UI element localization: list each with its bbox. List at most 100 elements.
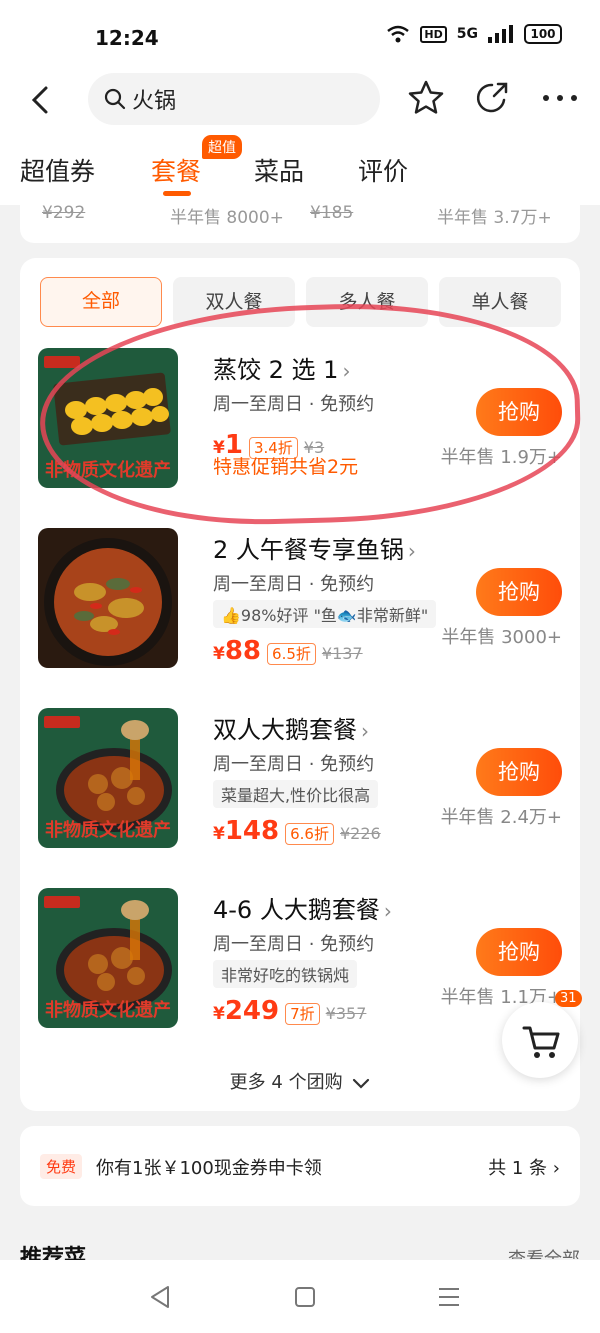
previous-card-remnant: ¥292 半年售 8000+ ¥185 半年售 3.7万+ [20,205,580,243]
tab-dishes[interactable]: 菜品 [254,152,304,188]
deal-availability: 周一至周日 · 免预约 [213,394,375,415]
deal-price-row: ¥148 6.6折 ¥226 [213,816,381,846]
deal-title: 双人大鹅套餐 › [213,710,369,745]
deal-title-text: 双人大鹅套餐 [213,716,357,744]
filter-single-person[interactable]: 单人餐 [439,277,561,327]
chevron-right-icon: › [342,359,351,383]
battery-indicator: 100 [524,24,562,44]
cart-count-badge: 31 [555,990,582,1007]
deal-price-row: ¥249 7折 ¥357 [213,996,366,1026]
coupon-count-text: 共 1 条 [488,1158,548,1179]
chevron-right-icon: › [383,899,392,923]
cart-icon [522,1026,560,1058]
chevron-right-icon: › [407,539,416,563]
filter-all[interactable]: 全部 [40,277,162,327]
back-arrow-icon[interactable] [22,78,62,122]
search-icon [104,88,126,110]
review-tag: 👍98%好评 "鱼🐟非常新鲜" [213,600,437,628]
recommend-more-link[interactable]: 查看全部 [508,1245,580,1259]
search-row: 火锅 [0,70,600,130]
price-symbol: ¥ [213,1004,225,1024]
chevron-down-icon [353,1078,370,1089]
orig-price: ¥185 [310,205,354,223]
original-price: ¥226 [339,824,381,843]
active-tab-indicator [163,191,191,196]
set-meal-card: 全部 双人餐 多人餐 单人餐 非物质文化遗产 蒸饺 2 选 1 › 周一至周日 ·… [20,258,580,1111]
search-query: 火锅 [132,89,177,114]
price-value: 249 [224,996,280,1026]
deal-item[interactable]: 非物质文化遗产 蒸饺 2 选 1 › 周一至周日 · 免预约 ¥1 3.4折 ¥3… [38,348,562,493]
tab-set-meals[interactable]: 套餐 [151,152,201,188]
discount-badge: 6.6折 [285,823,334,845]
discount-badge: 6.5折 [267,643,316,665]
buy-button[interactable]: 抢购 [476,748,562,796]
more-icon[interactable] [540,80,580,116]
tab-bar: 超值券 套餐 菜品 评价 [0,130,600,205]
deal-item[interactable]: 非物质文化遗产 双人大鹅套餐 › 周一至周日 · 免预约 菜量超大,性价比很高 ¥… [38,708,562,853]
filter-two-person[interactable]: 双人餐 [173,277,295,327]
buy-button[interactable]: 抢购 [476,928,562,976]
nav-back-icon[interactable] [146,1282,176,1312]
deal-image: 非物质文化遗产 [38,348,178,488]
price: ¥148 [213,816,279,846]
deal-image [38,528,178,668]
tab-reviews[interactable]: 评价 [358,152,408,188]
deal-title: 2 人午餐专享鱼锅 › [213,530,416,565]
filter-multi-person[interactable]: 多人餐 [306,277,428,327]
buy-button[interactable]: 抢购 [476,568,562,616]
cart-button[interactable] [502,1002,578,1078]
image-caption: 非物质文化遗产 [45,819,171,841]
deal-title-text: 4-6 人大鹅套餐 [213,896,380,924]
coupon-text: 你有1张￥100现金券申卡领 [96,1158,322,1179]
deal-availability: 周一至周日 · 免预约 [213,754,375,775]
original-price: ¥357 [325,1004,367,1023]
sold-count: 半年售 8000+ [170,208,284,228]
tab-badge: 超值 [202,135,242,159]
search-input[interactable]: 火锅 [88,73,380,125]
wifi-icon [387,25,410,43]
image-caption: 非物质文化遗产 [45,459,171,481]
buy-button[interactable]: 抢购 [476,388,562,436]
orig-price: ¥292 [42,205,86,223]
price-value: 148 [224,816,280,846]
review-tag: 菜量超大,性价比很高 [213,780,379,808]
coupon-card[interactable]: 免费 你有1张￥100现金券申卡领 共 1 条 › [20,1126,580,1206]
chevron-right-icon: › [552,1158,560,1179]
sold-count: 半年售 3000+ [441,627,562,648]
price: ¥249 [213,996,279,1026]
sold-count: 半年售 2.4万+ [440,807,562,828]
status-icons: HD 5G 100 [386,24,562,44]
image-caption: 非物质文化遗产 [45,999,171,1021]
tab-coupons[interactable]: 超值券 [20,152,95,188]
nav-home-icon[interactable] [290,1282,320,1312]
nav-menu-icon[interactable] [434,1282,464,1312]
price: ¥88 [213,636,261,666]
deal-price-row: ¥88 6.5折 ¥137 [213,636,363,666]
more-deals-label: 更多 4 个团购 [229,1072,343,1093]
status-time: 12:24 [95,26,159,50]
deal-title: 4-6 人大鹅套餐 › [213,890,392,925]
deal-image: 非物质文化遗产 [38,708,178,848]
hd-label: HD [420,25,447,43]
chevron-right-icon: › [361,719,369,743]
status-bar: 12:24 HD 5G 100 [0,0,600,70]
deal-title-text: 蒸饺 2 选 1 [213,356,339,384]
system-nav-bar [0,1260,600,1333]
deal-availability: 周一至周日 · 免预约 [213,574,375,595]
deal-availability: 周一至周日 · 免预约 [213,934,375,955]
deal-item[interactable]: 2 人午餐专享鱼锅 › 周一至周日 · 免预约 👍98%好评 "鱼🐟非常新鲜" ¥… [38,528,562,673]
sold-count: 半年售 1.9万+ [440,447,562,468]
price-symbol: ¥ [213,824,225,844]
coupon-count: 共 1 条 › [488,1154,560,1180]
deal-item[interactable]: 非物质文化遗产 4-6 人大鹅套餐 › 周一至周日 · 免预约 非常好吃的铁锅炖 … [38,888,562,1033]
share-icon[interactable] [472,78,512,118]
discount-badge: 7折 [285,1003,320,1025]
5g-label: 5G [456,26,478,42]
star-icon[interactable] [406,78,446,118]
review-tag: 非常好吃的铁锅炖 [213,960,358,988]
signal-icon [488,25,513,43]
more-deals-link[interactable]: 更多 4 个团购 [20,1068,580,1094]
price-symbol: ¥ [213,644,225,664]
free-badge: 免费 [40,1154,83,1179]
deal-title: 蒸饺 2 选 1 › [213,350,350,385]
